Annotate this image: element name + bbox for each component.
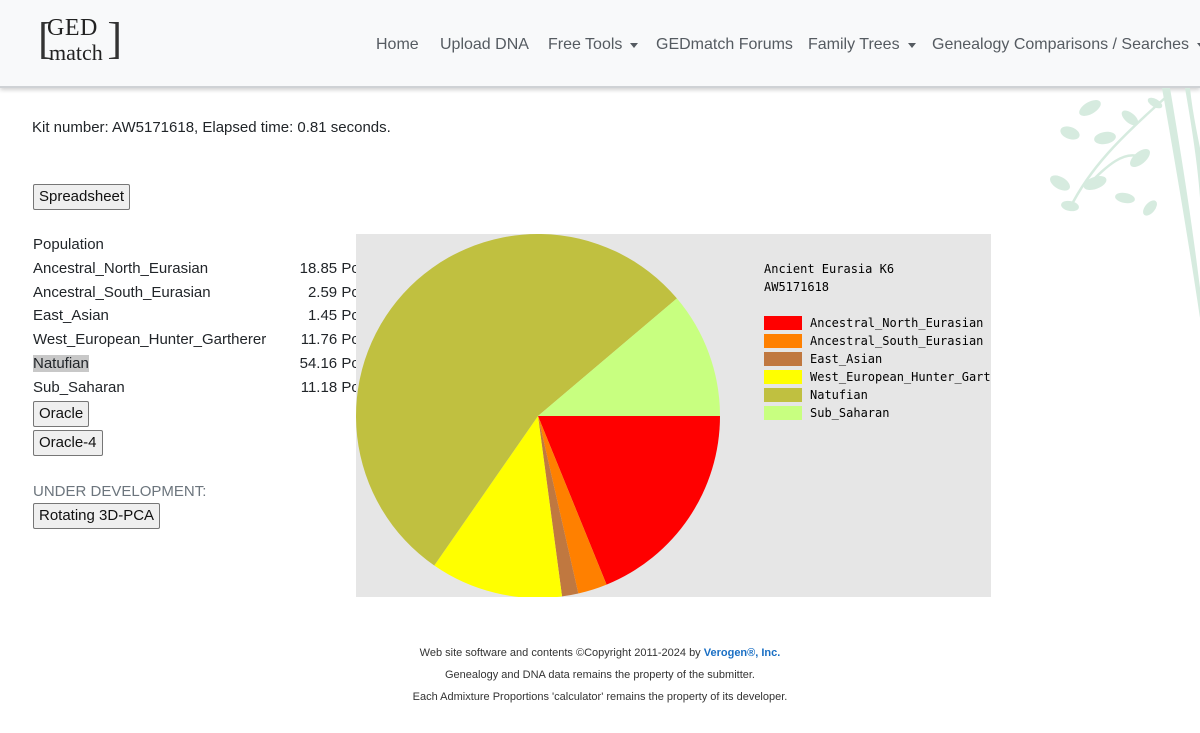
legend-label: West_European_Hunter_Gart xyxy=(810,370,991,384)
oracle-4-button[interactable]: Oracle-4 xyxy=(33,430,103,456)
nav-upload-dna[interactable]: Upload DNA xyxy=(440,36,529,54)
caret-down-icon xyxy=(907,42,916,48)
legend-swatch xyxy=(764,388,802,402)
legend-label: Ancestral_North_Eurasian xyxy=(810,316,983,330)
legend-label: East_Asian xyxy=(810,352,882,366)
nav-gedmatch-forums[interactable]: GEDmatch Forums xyxy=(656,36,793,54)
legend-label: Sub_Saharan xyxy=(810,406,889,420)
legend-swatch xyxy=(764,316,802,330)
chart-subtitle: AW5171618 xyxy=(764,280,829,294)
chart-title: Ancient Eurasia K6 xyxy=(764,262,894,276)
nav-free-tools[interactable]: Free Tools xyxy=(548,36,639,54)
legend-swatch xyxy=(764,352,802,366)
leaves-decoration-icon xyxy=(1050,88,1200,318)
legend-label: Ancestral_South_Eurasian xyxy=(810,334,983,348)
footer-note-calculator: Each Admixture Proportions 'calculator' … xyxy=(412,691,788,703)
nav-family-trees[interactable]: Family Trees xyxy=(808,36,916,54)
gedmatch-logo[interactable]: [ GED match ] xyxy=(38,14,122,66)
copyright-line: Web site software and contents ©Copyrigh… xyxy=(419,647,781,659)
legend-swatch xyxy=(764,334,802,348)
rotating-3d-pca-button[interactable]: Rotating 3D-PCA xyxy=(33,503,161,529)
nav-home[interactable]: Home xyxy=(376,36,419,54)
legend-swatch xyxy=(764,370,802,384)
nav-genealogy-comparisons[interactable]: Genealogy Comparisons / Searches xyxy=(932,36,1200,54)
legend-swatch xyxy=(764,406,802,420)
caret-down-icon xyxy=(630,42,639,48)
kit-info: Kit number: AW5171618, Elapsed time: 0.8… xyxy=(32,119,391,136)
admixture-pie-chart: Ancient Eurasia K6 AW5171618 Ancestral_N… xyxy=(356,234,991,597)
verogen-link[interactable]: Verogen®, Inc. xyxy=(704,647,781,659)
navbar: [ GED match ] Home Upload DNA Free Tools… xyxy=(0,0,1200,88)
legend-label: Natufian xyxy=(810,388,868,402)
population-header: Population xyxy=(33,236,104,253)
footer-note-data: Genealogy and DNA data remains the prope… xyxy=(444,669,755,681)
under-development-label: UNDER DEVELOPMENT: xyxy=(33,483,207,500)
spreadsheet-button[interactable]: Spreadsheet xyxy=(33,184,131,210)
oracle-button[interactable]: Oracle xyxy=(33,401,90,427)
